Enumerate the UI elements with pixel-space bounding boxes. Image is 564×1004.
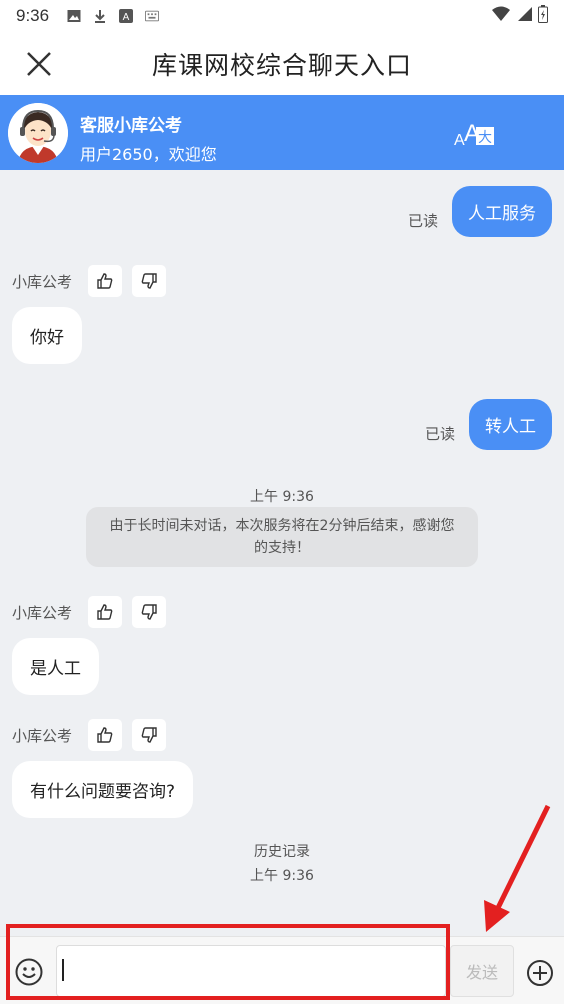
user-message: 已读 转人工 <box>425 399 552 450</box>
page-title: 库课网校综合聊天入口 <box>151 50 412 80</box>
status-bar: 9:36 A <box>0 0 564 32</box>
agent-bubble[interactable]: 是人工 <box>12 638 99 695</box>
a-icon: A <box>119 9 134 23</box>
avatar <box>8 103 68 163</box>
sender-name: 小库公考 <box>12 272 73 291</box>
sender-row: 小库公考 <box>12 265 176 297</box>
agent-bubble[interactable]: 有什么问题要咨询? <box>12 761 194 818</box>
send-button[interactable]: 发送 <box>450 945 514 997</box>
thumbs-up-icon[interactable] <box>88 719 123 751</box>
read-status: 已读 <box>424 425 455 443</box>
emoji-icon[interactable] <box>14 957 44 987</box>
svg-text:A: A <box>123 12 130 23</box>
sender-row: 小库公考 <box>12 596 176 628</box>
keyboard-icon <box>145 9 160 23</box>
wifi-icon <box>492 6 510 27</box>
agent-bubble[interactable]: 你好 <box>12 307 82 364</box>
close-icon[interactable] <box>24 49 54 79</box>
sender-name: 小库公考 <box>12 726 73 745</box>
translate-icon[interactable]: A A 大 <box>452 119 496 149</box>
timeout-notice: 由于长时间未对话，本次服务将在2分钟后结束，感谢您的支持！ <box>86 507 478 567</box>
user-bubble[interactable]: 人工服务 <box>452 186 552 237</box>
thumbs-down-icon[interactable] <box>132 265 167 297</box>
svg-text:大: 大 <box>478 130 492 146</box>
timestamp: 上午 9:36 <box>250 868 314 884</box>
sender-name: 小库公考 <box>12 603 73 622</box>
thumbs-up-icon[interactable] <box>88 265 123 297</box>
agent-bar: 客服小库公考 用户2650，欢迎您 A A 大 <box>0 95 564 170</box>
text-cursor <box>62 959 64 981</box>
status-time: 9:36 <box>16 6 50 25</box>
thumbs-down-icon[interactable] <box>132 596 167 628</box>
thumbs-down-icon[interactable] <box>132 719 167 751</box>
image-icon <box>67 9 81 23</box>
history-link[interactable]: 历史记录 <box>0 841 564 861</box>
user-bubble[interactable]: 转人工 <box>469 399 552 450</box>
header: 库课网校综合聊天入口 <box>0 32 564 95</box>
input-bar: 发送 <box>0 936 564 1004</box>
chat-area[interactable]: 已读 人工服务 小库公考 你好 已读 转人工 上午 9:36 由于长时间未对话，… <box>0 170 564 936</box>
user-message: 已读 人工服务 <box>408 186 552 237</box>
download-icon <box>93 9 107 23</box>
agent-name: 客服小库公考 <box>80 116 182 136</box>
plus-circle-icon[interactable] <box>526 959 554 987</box>
signal-icon <box>516 6 532 27</box>
agent-welcome: 用户2650，欢迎您 <box>80 145 217 164</box>
message-input[interactable] <box>56 945 446 997</box>
battery-icon <box>538 4 548 28</box>
thumbs-up-icon[interactable] <box>88 596 123 628</box>
timestamp: 上午 9:36 <box>250 489 314 505</box>
read-status: 已读 <box>407 212 438 230</box>
sender-row: 小库公考 <box>12 719 176 751</box>
